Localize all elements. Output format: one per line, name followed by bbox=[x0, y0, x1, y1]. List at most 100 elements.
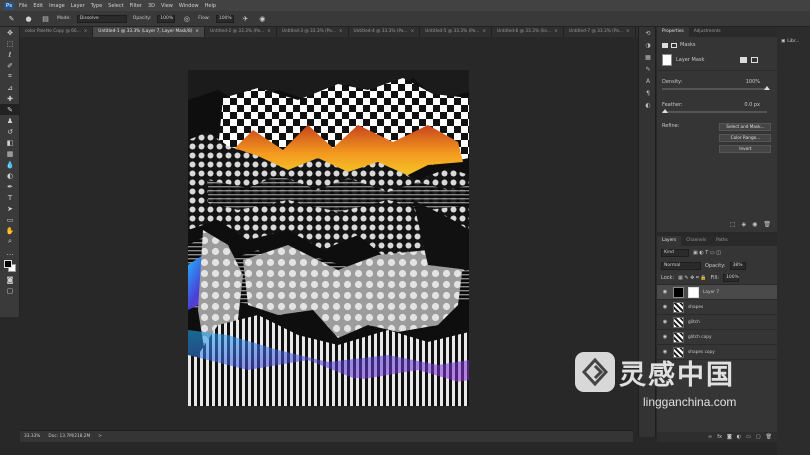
close-icon[interactable]: × bbox=[482, 27, 486, 37]
shape-tool-icon[interactable]: ▭ bbox=[0, 214, 20, 225]
close-icon[interactable]: × bbox=[84, 27, 88, 37]
density-slider[interactable] bbox=[662, 86, 770, 90]
new-group-icon[interactable]: ▭ bbox=[746, 434, 751, 440]
blend-mode-select[interactable]: Normal bbox=[661, 262, 701, 270]
close-icon[interactable]: × bbox=[626, 27, 630, 37]
link-layers-icon[interactable]: ∞ bbox=[708, 434, 712, 440]
menu-view[interactable]: View bbox=[161, 3, 173, 9]
tab-adjustments[interactable]: Adjustments bbox=[689, 27, 726, 37]
delete-layer-icon[interactable]: 🗑 bbox=[766, 434, 772, 440]
fill-field[interactable]: 100% bbox=[722, 274, 739, 282]
blur-tool-icon[interactable]: 💧 bbox=[0, 159, 20, 170]
screen-mode-icon[interactable]: ▢ bbox=[0, 285, 20, 296]
add-mask-icon[interactable]: ◙ bbox=[727, 434, 732, 440]
quick-select-tool-icon[interactable]: ✐ bbox=[0, 60, 20, 71]
adjustment-panel-icon[interactable]: ◐ bbox=[639, 99, 657, 111]
menu-filter[interactable]: Filter bbox=[130, 3, 142, 9]
menu-type[interactable]: Type bbox=[91, 3, 102, 9]
more-tools-icon[interactable]: … bbox=[0, 247, 20, 258]
libraries-icon[interactable]: ▣ bbox=[781, 39, 785, 44]
quick-mask-icon[interactable]: ◙ bbox=[0, 274, 20, 285]
menu-select[interactable]: Select bbox=[108, 3, 123, 9]
move-tool-icon[interactable]: ✥ bbox=[0, 27, 20, 38]
tab-doc-4[interactable]: Untitled-4 @ 33.3% (Pa... × bbox=[349, 27, 421, 37]
apply-mask-icon[interactable]: ◈ bbox=[742, 221, 747, 228]
tab-doc-2[interactable]: Untitled-2 @ 33.3% (Pa... × bbox=[205, 27, 277, 37]
foreground-color[interactable] bbox=[4, 260, 12, 268]
layer-opacity-field[interactable]: 38% bbox=[729, 262, 746, 270]
close-icon[interactable]: × bbox=[339, 27, 343, 37]
density-value[interactable]: 100% bbox=[746, 79, 760, 85]
filter-kind-select[interactable]: Kind bbox=[661, 249, 689, 257]
color-range-button[interactable]: Color Range... bbox=[719, 134, 772, 142]
dodge-tool-icon[interactable]: ◐ bbox=[0, 170, 20, 181]
history-brush-tool-icon[interactable]: ↺ bbox=[0, 126, 20, 137]
eye-icon[interactable]: ◉ bbox=[661, 334, 669, 340]
close-icon[interactable]: × bbox=[195, 27, 199, 37]
feather-value[interactable]: 0.0 px bbox=[744, 102, 760, 108]
tab-doc-5[interactable]: Untitled-5 @ 33.3% (Pa... × bbox=[420, 27, 492, 37]
path-select-tool-icon[interactable]: ➤ bbox=[0, 203, 20, 214]
menu-help[interactable]: Help bbox=[205, 3, 216, 9]
mode-select[interactable]: Dissolve bbox=[76, 14, 127, 23]
type-tool-icon[interactable]: T bbox=[0, 192, 20, 203]
brush-size-icon[interactable]: ● bbox=[23, 14, 34, 24]
tab-layers[interactable]: Layers bbox=[657, 236, 682, 246]
eye-icon[interactable]: ◉ bbox=[661, 319, 669, 325]
tab-doc-3[interactable]: Untitled-3 @ 33.3% (Pa... × bbox=[277, 27, 349, 37]
menu-layer[interactable]: Layer bbox=[71, 3, 85, 9]
pen-tool-icon[interactable]: ✒ bbox=[0, 181, 20, 192]
adjustment-layer-icon[interactable]: ◐ bbox=[737, 434, 741, 440]
add-vector-mask-icon[interactable] bbox=[751, 57, 758, 63]
brush-panel-icon[interactable]: ✎ bbox=[639, 63, 657, 75]
zoom-tool-icon[interactable]: ⌕ bbox=[0, 236, 20, 247]
clone-stamp-tool-icon[interactable]: ♟ bbox=[0, 115, 20, 126]
tab-doc-1[interactable]: Untitled-1 @ 33.3% (Layer 7, Layer Mask/… bbox=[93, 27, 205, 37]
pressure-opacity-icon[interactable]: ◎ bbox=[181, 14, 192, 24]
lasso-tool-icon[interactable]: ℓ bbox=[0, 49, 20, 60]
character-panel-icon[interactable]: A bbox=[639, 75, 657, 87]
feather-slider[interactable] bbox=[662, 109, 767, 113]
tab-doc-0[interactable]: color Palette Copy @ 66... × bbox=[20, 27, 94, 37]
eye-icon[interactable]: ◉ bbox=[661, 289, 669, 295]
menu-image[interactable]: Image bbox=[49, 3, 65, 9]
brush-tool-icon[interactable]: ✎ bbox=[0, 104, 20, 115]
libraries-label[interactable]: Libr... bbox=[787, 39, 799, 44]
select-and-mask-button[interactable]: Select and Mask... bbox=[719, 123, 772, 131]
healing-brush-tool-icon[interactable]: ✚ bbox=[0, 93, 20, 104]
brush-tool-preset-icon[interactable]: ✎ bbox=[6, 14, 17, 24]
delete-icon[interactable]: 🗑 bbox=[763, 221, 771, 228]
feather-slider-thumb[interactable] bbox=[662, 109, 668, 113]
load-selection-icon[interactable]: ⬚ bbox=[730, 221, 736, 228]
tab-properties[interactable]: Properties bbox=[657, 27, 689, 37]
flow-field[interactable]: 100% bbox=[215, 14, 234, 23]
fx-icon[interactable]: fx bbox=[717, 434, 722, 440]
close-icon[interactable]: × bbox=[267, 27, 271, 37]
color-panel-icon[interactable]: ◑ bbox=[639, 39, 657, 51]
pressure-size-icon[interactable]: ◉ bbox=[257, 14, 268, 24]
opacity-field[interactable]: 100% bbox=[157, 14, 176, 23]
swatches-panel-icon[interactable]: ▦ bbox=[639, 51, 657, 63]
layer-row-shapes[interactable]: ◉ shapes bbox=[657, 300, 777, 315]
invert-button[interactable]: Invert bbox=[719, 145, 772, 153]
tab-doc-6[interactable]: Untitled-6 @ 33.3% (lin... × bbox=[492, 27, 564, 37]
lock-icons[interactable]: ▦ ✎ ✥ ⌗ 🔒 bbox=[678, 275, 707, 281]
new-layer-icon[interactable]: ▢ bbox=[756, 434, 761, 440]
eyedropper-tool-icon[interactable]: ⊿ bbox=[0, 82, 20, 93]
close-icon[interactable]: × bbox=[411, 27, 415, 37]
zoom-level[interactable]: 33.33% bbox=[24, 434, 40, 439]
visibility-icon[interactable]: ◉ bbox=[752, 221, 757, 228]
tab-paths[interactable]: Paths bbox=[711, 236, 733, 246]
paragraph-panel-icon[interactable]: ¶ bbox=[639, 87, 657, 99]
eye-icon[interactable]: ◉ bbox=[661, 304, 669, 310]
menu-3d[interactable]: 3D bbox=[148, 3, 155, 9]
airbrush-icon[interactable]: ✈ bbox=[240, 14, 251, 24]
document-canvas[interactable] bbox=[188, 70, 469, 406]
tab-channels[interactable]: Channels bbox=[681, 236, 711, 246]
gradient-tool-icon[interactable]: ▦ bbox=[0, 148, 20, 159]
brush-panel-icon[interactable]: ▤ bbox=[40, 14, 51, 24]
menu-edit[interactable]: Edit bbox=[33, 3, 43, 9]
layer-row-glitch-copy[interactable]: ◉ glitch copy bbox=[657, 330, 777, 345]
history-panel-icon[interactable]: ⟲ bbox=[639, 27, 657, 39]
menu-file[interactable]: File bbox=[19, 3, 27, 9]
